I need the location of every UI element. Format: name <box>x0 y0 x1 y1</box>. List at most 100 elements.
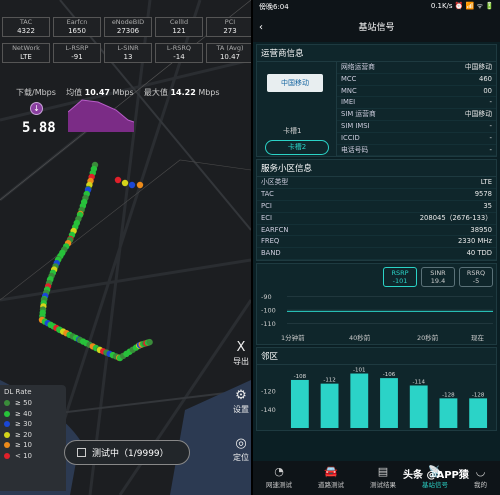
legend-item: ≥ 20 <box>4 430 62 441</box>
x-tick-label: 1分钟前 <box>281 333 305 342</box>
stat-sinr: L-SINR 13 <box>104 43 152 63</box>
locate-button[interactable]: ◎ 定位 <box>230 436 251 463</box>
info-key: BAND <box>261 249 281 258</box>
watermark: 头条 @APP猿 <box>403 470 469 481</box>
speed-icon: ◔ <box>274 465 284 478</box>
speed-summary: 下载/Mbps 均值 10.47 Mbps 最大值 14.22 Mbps <box>16 88 220 97</box>
bar-value-label: -101 <box>353 367 365 373</box>
tab-results[interactable]: ▤ 测试结果 <box>370 461 396 495</box>
x-tick-label: 现在 <box>471 333 485 342</box>
info-value: 40 TDD <box>466 249 492 258</box>
stat-earfcn: Earfcn 1650 <box>53 17 101 37</box>
serving-cell-card: 服务小区信息 小区类型 LTE TAC 9578 PCI 35 ECI 208045（2676… <box>256 159 497 261</box>
info-value: - <box>489 145 492 154</box>
route-point <box>121 179 129 187</box>
status-bar: 傍晚6:04 0.1K/s ⏰ 📶 ᯤ 🔋 <box>253 0 500 14</box>
info-key: 小区类型 <box>261 178 289 187</box>
sim-slot-panel: 中国移动 卡槽1 卡槽2 <box>257 62 337 157</box>
rsrq-chip[interactable]: RSRQ -5 <box>459 266 493 287</box>
dl-rate-legend: DL Rate ≥ 50 ≥ 40 ≥ 30 ≥ 20 ≥ 10 < 10 <box>0 385 66 491</box>
stat-rsrq: L-RSRQ -14 <box>155 43 203 63</box>
export-button[interactable]: X 导出 <box>230 340 251 367</box>
info-key: EARFCN <box>261 225 289 234</box>
info-row: 电话号码 - <box>337 145 496 157</box>
info-row: EARFCN 38950 <box>257 225 496 237</box>
neighbor-bar <box>350 373 369 428</box>
info-value: 208045（2676-133） <box>419 213 492 222</box>
stat-pci: PCI 273 <box>206 17 251 37</box>
y-tick-label: -100 <box>261 306 276 314</box>
sim-slot-2-button[interactable]: 卡槽2 <box>265 140 329 155</box>
signal-line-chart: -90 -100 -110 1分钟前 40秒前 20秒前 现在 <box>261 293 493 342</box>
y-tick-label: -140 <box>261 406 276 414</box>
y-tick-label: -90 <box>261 293 272 301</box>
info-value: - <box>489 133 492 142</box>
legend-item: ≥ 50 <box>4 398 62 409</box>
info-key: 电话号码 <box>341 145 369 154</box>
x-tick-label: 20秒前 <box>417 333 439 342</box>
page-title: 基站信号 <box>358 23 395 33</box>
tab-road-test[interactable]: 🚘 道路测试 <box>318 461 344 495</box>
y-tick-label: -120 <box>261 387 276 395</box>
serving-cell-header: 服务小区信息 <box>257 160 496 178</box>
info-row: IMEI - <box>337 97 496 110</box>
settings-button[interactable]: ⚙ 设置 <box>230 388 251 415</box>
download-arrow-icon: ↓ <box>30 102 43 115</box>
bar-value-label: -128 <box>442 392 455 398</box>
neighbor-bar <box>320 383 339 428</box>
china-mobile-logo: 中国移动 <box>267 74 323 92</box>
legend-title: DL Rate <box>4 388 32 396</box>
export-icon: X <box>236 340 246 355</box>
tab-speed-test[interactable]: ◔ 网速测试 <box>266 461 292 495</box>
neighbor-header: 邻区 <box>257 348 496 365</box>
info-key: SIM IMSI <box>341 121 370 130</box>
operator-header: 运营商信息 <box>257 45 496 62</box>
neighbor-bar <box>469 398 488 428</box>
info-key: FREQ <box>261 237 280 246</box>
gear-icon: ⚙ <box>235 388 247 403</box>
info-key: ICCID <box>341 133 360 142</box>
locate-icon: ◎ <box>235 436 247 451</box>
route-point <box>136 181 144 189</box>
neighbor-bar <box>380 378 398 428</box>
title-bar: ‹ 基站信号 <box>253 14 500 42</box>
neighbor-bar <box>409 385 428 428</box>
neighbor-bar <box>439 398 458 428</box>
sinr-chip[interactable]: SINR 19.4 <box>421 266 455 287</box>
stat-cellid: CellId 121 <box>155 17 203 37</box>
route-point <box>128 181 136 189</box>
info-value: - <box>489 98 492 107</box>
info-value: - <box>489 121 492 130</box>
stat-tac: TAC 4322 <box>2 17 50 37</box>
info-row: ICCID - <box>337 133 496 145</box>
car-icon: 🚘 <box>324 465 338 478</box>
bar-value-label: -106 <box>383 372 396 378</box>
sim-slot-1[interactable]: 卡槽1 <box>283 126 301 136</box>
neighbor-card: 邻区 -120 -140 -108 -112 -101 -106 -114 -128 -128 <box>256 346 497 431</box>
info-key: ECI <box>261 213 273 222</box>
neighbor-bar <box>290 379 309 428</box>
user-icon: ◡ <box>475 465 486 478</box>
info-value: 9578 <box>474 190 492 199</box>
y-tick-label: -110 <box>261 320 276 328</box>
info-row: BAND 40 TDD <box>257 248 496 260</box>
info-key: IMEI <box>341 98 356 107</box>
bar-value-label: -112 <box>323 378 335 384</box>
rsrp-chip[interactable]: RSRP -101 <box>383 266 417 287</box>
x-tick-label: 40秒前 <box>349 333 371 342</box>
back-icon[interactable]: ‹ <box>259 14 263 42</box>
test-status-button[interactable]: 测试中（1/9999） <box>64 440 190 465</box>
info-key: PCI <box>261 201 272 210</box>
stop-checkbox[interactable] <box>77 448 86 457</box>
info-row: 网络运营商 中国移动 <box>337 62 496 74</box>
info-key: SIM 运营商 <box>341 110 376 119</box>
tab-mine[interactable]: ◡ 我的 <box>474 461 487 495</box>
route-point <box>114 176 122 184</box>
speed-sparkline <box>68 99 134 132</box>
drive-test-screen: TAC 4322 Earfcn 1650 eNodeBID 27306 CellId 1… <box>0 0 251 495</box>
bar-value-label: -108 <box>294 374 307 380</box>
info-value: 00 <box>483 86 492 95</box>
info-row: PCI 35 <box>257 201 496 213</box>
bar-value-label: -128 <box>472 392 485 398</box>
neighbor-bar-chart: -120 -140 -108 -112 -101 -106 -114 -128 -128 <box>261 367 488 428</box>
